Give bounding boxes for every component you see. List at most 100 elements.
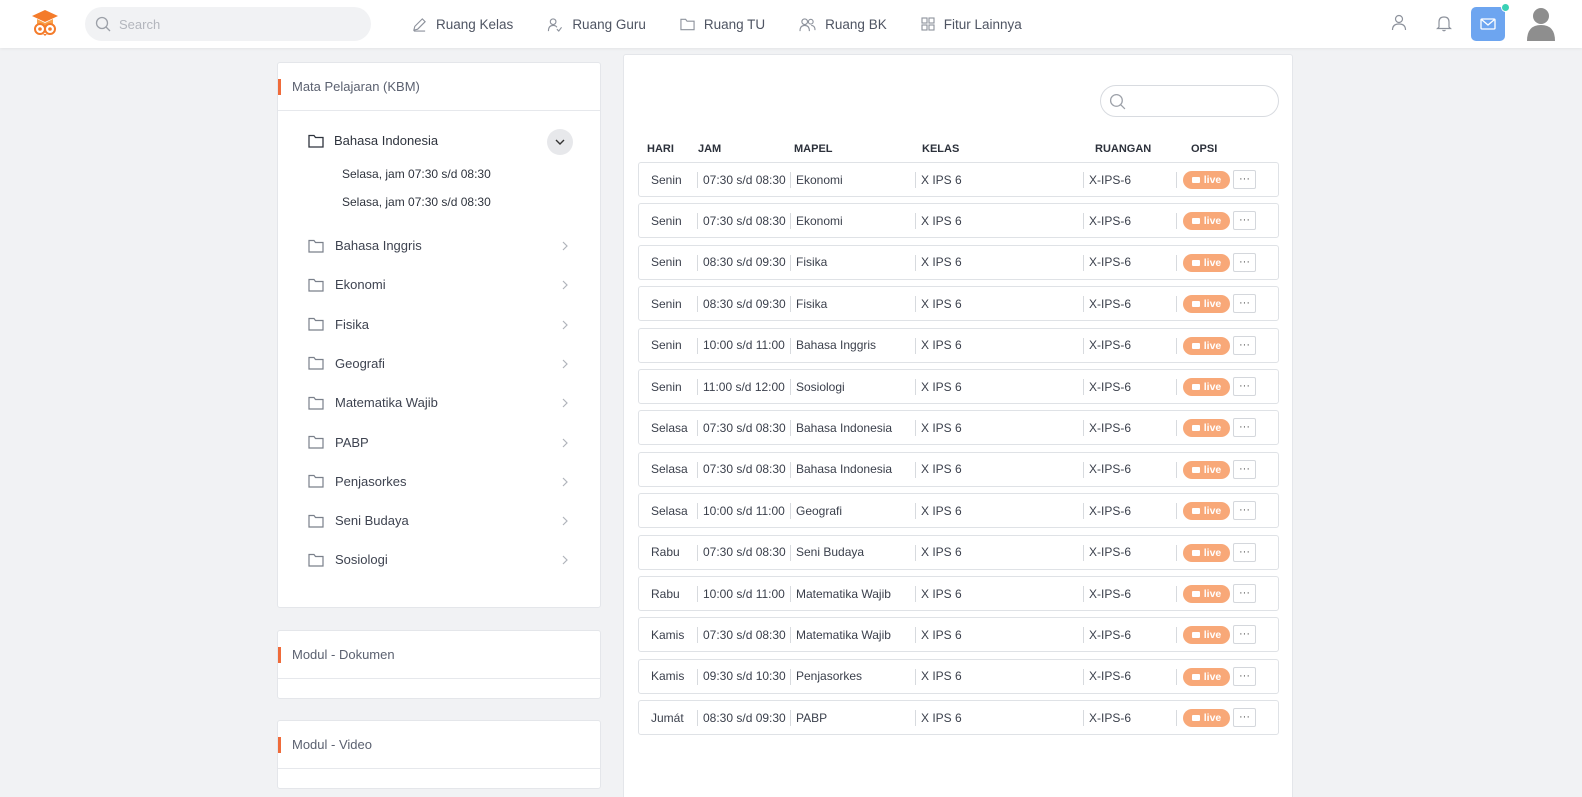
subject-label: PABP bbox=[335, 434, 369, 450]
schedule-entry[interactable]: Selasa, jam 07:30 s/d 08:30 bbox=[342, 167, 491, 181]
cell-kelas: X IPS 6 bbox=[921, 462, 962, 477]
cell-divider bbox=[790, 668, 791, 685]
more-options-button[interactable]: ··· bbox=[1233, 335, 1256, 355]
table-row: Rabu 10:00 s/d 11:00 Matematika Wajib X IPS… bbox=[638, 576, 1279, 611]
subject-item[interactable]: Ekonomi bbox=[308, 277, 568, 292]
nav-ruang-kelas[interactable]: Ruang Kelas bbox=[412, 17, 513, 32]
cell-divider bbox=[697, 544, 698, 561]
more-options-button[interactable]: ··· bbox=[1233, 211, 1256, 231]
schedule-entry[interactable]: Selasa, jam 07:30 s/d 08:30 bbox=[342, 195, 491, 209]
folder-icon bbox=[308, 514, 324, 528]
cell-divider bbox=[1083, 627, 1084, 644]
subject-item[interactable]: Bahasa Inggris bbox=[308, 238, 568, 253]
more-label: ··· bbox=[1239, 214, 1250, 227]
more-options-button[interactable]: ··· bbox=[1233, 708, 1256, 728]
more-label: ··· bbox=[1239, 338, 1250, 351]
more-label: ··· bbox=[1239, 297, 1250, 310]
more-label: ··· bbox=[1239, 173, 1250, 185]
subject-item[interactable]: Penjasorkes bbox=[308, 474, 568, 489]
subject-item[interactable]: Geografi bbox=[308, 356, 568, 371]
chevron-right-icon bbox=[562, 398, 568, 408]
subject-bahasa-indonesia[interactable]: Bahasa Indonesia bbox=[308, 133, 568, 148]
live-button[interactable]: live bbox=[1183, 667, 1230, 686]
nav-ruang-tu[interactable]: Ruang TU bbox=[680, 17, 765, 32]
more-options-button[interactable]: ··· bbox=[1233, 377, 1256, 396]
cell-mapel: Fisika bbox=[796, 296, 828, 311]
bell-icon[interactable] bbox=[1436, 14, 1452, 32]
live-button[interactable]: live bbox=[1183, 253, 1230, 272]
folder-icon bbox=[308, 396, 324, 410]
more-options-button[interactable]: ··· bbox=[1233, 501, 1256, 521]
more-options-button[interactable]: ··· bbox=[1233, 625, 1256, 645]
cell-divider bbox=[697, 710, 698, 727]
live-button[interactable]: live bbox=[1183, 378, 1230, 396]
search-input[interactable] bbox=[119, 16, 339, 32]
video-camera-icon bbox=[1191, 673, 1200, 680]
main-nav: Ruang Kelas Ruang Guru Ruang TU Ruang BK… bbox=[412, 0, 1056, 48]
cell-divider bbox=[1176, 503, 1177, 520]
live-button[interactable]: live bbox=[1183, 336, 1230, 355]
live-button[interactable]: live bbox=[1183, 419, 1230, 438]
more-options-button[interactable]: ··· bbox=[1233, 584, 1256, 603]
live-button[interactable]: live bbox=[1183, 543, 1230, 562]
live-button[interactable]: live bbox=[1183, 626, 1230, 645]
subject-item[interactable]: Seni Budaya bbox=[308, 513, 568, 528]
nav-ruang-bk[interactable]: Ruang BK bbox=[799, 17, 887, 32]
cell-hari: Selasa bbox=[651, 503, 688, 518]
more-options-button[interactable]: ··· bbox=[1233, 459, 1256, 479]
nav-fitur-lainnya[interactable]: Fitur Lainnya bbox=[921, 17, 1022, 32]
cell-ruangan: X-IPS-6 bbox=[1089, 627, 1132, 642]
live-button[interactable]: live bbox=[1183, 295, 1230, 314]
cell-mapel: Penjasorkes bbox=[796, 669, 863, 684]
live-button[interactable]: live bbox=[1183, 585, 1230, 603]
subject-item[interactable]: Matematika Wajib bbox=[308, 395, 568, 410]
modul-dokumen-panel: Modul - Dokumen bbox=[277, 630, 601, 699]
more-options-button[interactable]: ··· bbox=[1233, 170, 1256, 189]
chevron-down-icon bbox=[555, 139, 565, 145]
cell-divider bbox=[915, 420, 916, 437]
avatar[interactable] bbox=[1525, 5, 1557, 41]
app-logo-icon[interactable] bbox=[30, 8, 60, 38]
table-search[interactable] bbox=[1100, 85, 1279, 117]
live-button[interactable]: live bbox=[1183, 502, 1230, 521]
cell-hari: Senin bbox=[651, 379, 682, 394]
collapse-button[interactable] bbox=[547, 129, 573, 155]
cell-kelas: X IPS 6 bbox=[921, 420, 962, 435]
table-row: Senin 08:30 s/d 09:30 Fisika X IPS 6 X-IPS-6… bbox=[638, 244, 1279, 280]
live-label: live bbox=[1203, 546, 1222, 559]
subject-item[interactable]: Sosiologi bbox=[308, 552, 568, 567]
more-options-button[interactable]: ··· bbox=[1233, 294, 1256, 314]
grid-icon bbox=[921, 17, 935, 31]
more-options-button[interactable]: ··· bbox=[1233, 252, 1256, 272]
live-button[interactable]: live bbox=[1183, 212, 1230, 231]
more-options-button[interactable]: ··· bbox=[1233, 666, 1256, 686]
cell-kelas: X IPS 6 bbox=[921, 503, 962, 518]
chevron-right-icon bbox=[562, 555, 568, 565]
cell-divider bbox=[790, 296, 791, 313]
table-search-input[interactable] bbox=[1132, 94, 1272, 108]
mail-button[interactable] bbox=[1471, 7, 1505, 41]
profile-icon[interactable] bbox=[1391, 14, 1407, 32]
cell-divider bbox=[790, 461, 791, 478]
col-header-hari: HARI bbox=[647, 143, 674, 155]
global-search[interactable] bbox=[85, 7, 371, 41]
cell-jam: 07:30 s/d 08:30 bbox=[703, 213, 786, 228]
cell-ruangan: X-IPS-6 bbox=[1089, 420, 1132, 435]
schedule-panel: HARI JAM MAPEL KELAS RUANGAN OPSI Senin 0… bbox=[623, 54, 1293, 797]
cell-divider bbox=[1176, 296, 1177, 313]
subject-item[interactable]: Fisika bbox=[308, 317, 568, 332]
live-label: live bbox=[1203, 381, 1222, 393]
cell-divider bbox=[790, 172, 791, 188]
subject-item[interactable]: PABP bbox=[308, 435, 568, 450]
cell-divider bbox=[790, 544, 791, 561]
live-label: live bbox=[1203, 174, 1222, 186]
live-button[interactable]: live bbox=[1183, 709, 1230, 728]
nav-ruang-guru[interactable]: Ruang Guru bbox=[547, 17, 646, 32]
live-button[interactable]: live bbox=[1183, 460, 1230, 479]
cell-kelas: X IPS 6 bbox=[921, 338, 962, 353]
more-options-button[interactable]: ··· bbox=[1233, 542, 1256, 562]
more-options-button[interactable]: ··· bbox=[1233, 418, 1256, 438]
live-button[interactable]: live bbox=[1183, 171, 1230, 189]
subject-label: Bahasa Inggris bbox=[335, 238, 422, 253]
cell-divider bbox=[915, 461, 916, 478]
